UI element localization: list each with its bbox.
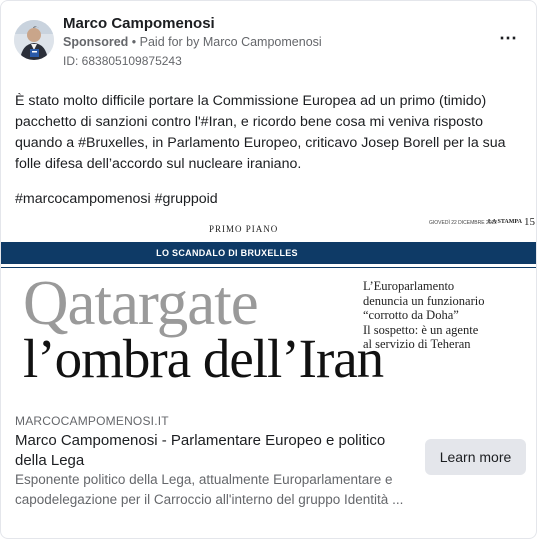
link-description: Esponente politico della Lega, attualmen…: [15, 472, 404, 507]
paid-for-name: Marco Campomenosi: [202, 35, 322, 49]
ad-card: Marco Campomenosi Sponsored • Paid for b…: [0, 0, 537, 539]
newspaper-page-number: 15: [524, 216, 535, 228]
headline-secondary: l’ombra dell’Iran: [23, 328, 384, 389]
paid-for-prefix: • Paid for by: [131, 35, 200, 49]
newspaper-name: LA STAMPA: [488, 219, 522, 225]
author-name[interactable]: Marco Campomenosi: [63, 15, 215, 32]
ad-id: ID: 683805109875243: [63, 54, 182, 68]
post-body-text: È stato molto difficile portare la Commi…: [15, 93, 506, 172]
newspaper-banner-label: LO SCANDALO DI BRUXELLES: [156, 248, 298, 258]
subheading-line: denuncia un funzionario: [363, 293, 485, 308]
avatar[interactable]: [14, 20, 54, 60]
newspaper-date: GIOVEDÌ 22 DICEMBRE 2022: [429, 220, 498, 226]
link-domain[interactable]: MARCOCAMPOMENOSI.IT: [15, 414, 169, 428]
link-title[interactable]: Marco Campomenosi - Parlamentare Europeo…: [15, 431, 415, 471]
post-hashtags[interactable]: #marcocampomenosi #gruppoid: [15, 191, 218, 207]
profile-photo-icon: [14, 20, 54, 60]
subheading-line: Il sospetto: è un agente: [363, 322, 479, 337]
subheading-line: al servizio di Teheran: [363, 337, 471, 351]
ad-creative-image[interactable]: PRIMO PIANO GIOVEDÌ 22 DICEMBRE 2022 LA …: [1, 215, 536, 401]
headline-primary: Qatargate: [23, 268, 259, 338]
subheading-line: L’Europarlamento: [363, 279, 455, 293]
sponsored-line: Sponsored • Paid for by Marco Campomenos…: [63, 35, 322, 49]
learn-more-button[interactable]: Learn more: [425, 439, 526, 475]
newspaper-subheading: L’Europarlamento denuncia un funzionario…: [363, 279, 533, 352]
more-options-icon[interactable]: ⋯: [497, 29, 519, 51]
subheading-line: “corrotto da Doha”: [363, 308, 459, 322]
newspaper-section: PRIMO PIANO: [209, 224, 279, 234]
sponsored-label: Sponsored: [63, 35, 129, 49]
